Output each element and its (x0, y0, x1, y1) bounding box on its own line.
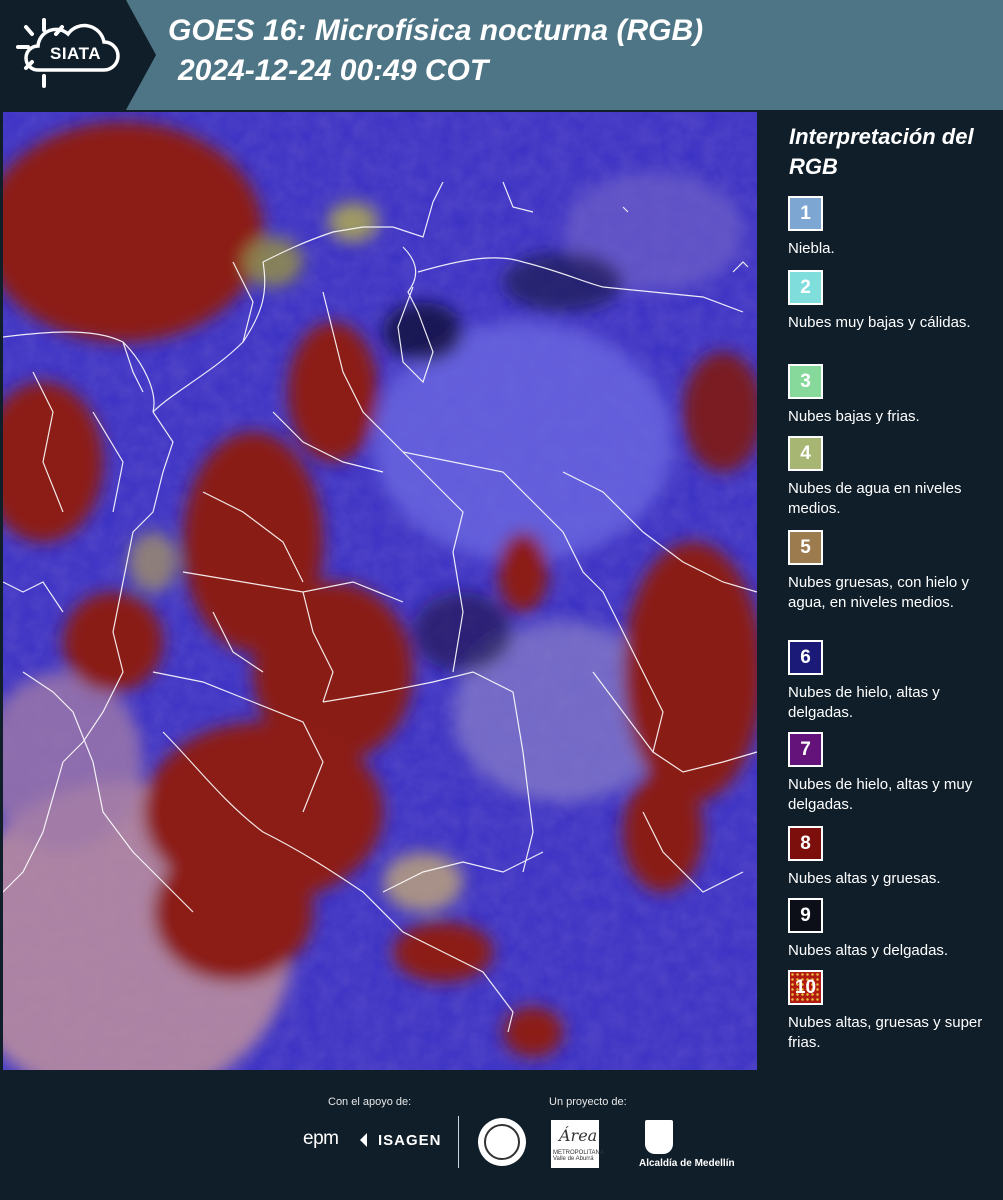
legend-swatch: 8 (788, 826, 823, 861)
legend-swatch: 6 (788, 640, 823, 675)
area-metropolitana-logo: Área METROPOLITANA Valle de Aburrá (551, 1120, 604, 1168)
legend-label: Nubes de hielo, altas y muy delgadas. (788, 776, 973, 813)
logo-text: SIATA (50, 44, 101, 63)
legend-swatch: 5 (788, 530, 823, 565)
epm-logo: epm (303, 1128, 339, 1149)
legend-label: Nubes gruesas, con hielo y agua, en nive… (788, 574, 969, 611)
area-logo-text: Área (559, 1126, 598, 1145)
footer-bar: Con el apoyo de: Un proyecto de: epm ISA… (0, 1070, 1003, 1200)
legend-swatch: 2 (788, 270, 823, 305)
support-label: Con el apoyo de: (328, 1096, 412, 1108)
legend-title: Interpretación del RGB (789, 124, 974, 179)
legend-label: Nubes muy bajas y cálidas. (788, 314, 971, 331)
alcaldia-label: Alcaldía de Medellín (639, 1158, 735, 1169)
legend-panel: Interpretación del RGB 1 Niebla. 2 Nubes… (765, 112, 1003, 1070)
legend-item-3: 3 Nubes bajas y frias. (788, 364, 998, 427)
legend-swatch: 10 (788, 970, 823, 1005)
legend-label: Nubes de agua en niveles medios. (788, 480, 962, 517)
legend-item-2: 2 Nubes muy bajas y cálidas. (788, 270, 998, 333)
legend-label: Nubes altas y delgadas. (788, 942, 949, 959)
legend-item-9: 9 Nubes altas y delgadas. (788, 898, 998, 961)
legend-item-6: 6 Nubes de hielo, altas y delgadas. (788, 640, 998, 723)
legend-item-8: 8 Nubes altas y gruesas. (788, 826, 998, 889)
legend-swatch: 4 (788, 436, 823, 471)
legend-swatch: 7 (788, 732, 823, 767)
legend-item-5: 5 Nubes gruesas, con hielo y agua, en ni… (788, 530, 998, 613)
footer-divider (458, 1116, 459, 1168)
timestamp-title: 2024-12-24 00:49 COT (178, 54, 489, 87)
legend-label: Nubes altas y gruesas. (788, 870, 941, 887)
isagen-icon (360, 1133, 367, 1147)
legend-label: Nubes bajas y frias. (788, 408, 920, 425)
legend-swatch: 1 (788, 196, 823, 231)
legend-item-7: 7 Nubes de hielo, altas y muy delgadas. (788, 732, 998, 815)
isagen-logo: ISAGEN (378, 1132, 442, 1149)
legend-label: Niebla. (788, 240, 835, 257)
legend-item-10: 10 Nubes altas, gruesas y super frias. (788, 970, 998, 1053)
legend-swatch: 9 (788, 898, 823, 933)
legend-item-1: 1 Niebla. (788, 196, 998, 259)
medellin-shield-icon (645, 1120, 673, 1154)
legend-item-4: 4 Nubes de agua en niveles medios. (788, 436, 998, 519)
legend-swatch: 3 (788, 364, 823, 399)
legend-label: Nubes altas, gruesas y super frias. (788, 1014, 983, 1051)
project-label: Un proyecto de: (549, 1096, 627, 1108)
page-title: GOES 16: Microfísica nocturna (RGB) (168, 14, 704, 47)
satellite-map (3, 112, 757, 1070)
siata-logo: SIATA (0, 0, 156, 110)
metropolitan-seal-icon (478, 1118, 526, 1166)
area-logo-sub: METROPOLITANA Valle de Aburrá (553, 1150, 604, 1162)
header-bar: SIATA GOES 16: Microfísica nocturna (RGB… (0, 0, 1003, 110)
legend-label: Nubes de hielo, altas y delgadas. (788, 684, 940, 721)
